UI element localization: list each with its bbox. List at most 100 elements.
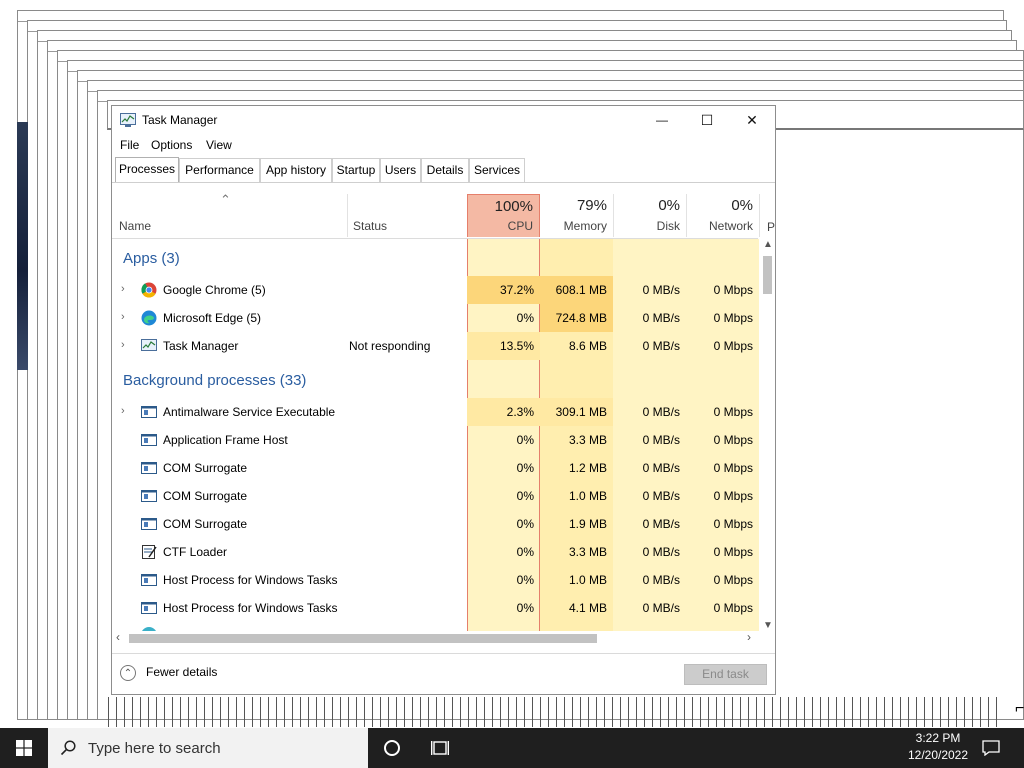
table-row[interactable]: COM Surrogate 0% 1.0 MB 0 MB/s 0 Mbps [112, 482, 759, 510]
table-row[interactable]: › Microsoft Edge (5) 0% 724.8 MB 0 MB/s … [112, 304, 759, 332]
cpu-value: 0% [516, 489, 534, 503]
column-name-header[interactable]: Name [112, 194, 347, 237]
memory-value: 309.1 MB [540, 398, 613, 426]
column-status-header[interactable]: Status [347, 194, 467, 237]
horizontal-scroll-thumb[interactable] [129, 634, 597, 643]
task-view-button[interactable] [418, 728, 462, 768]
footer-bar: ⌃ Fewer details End task [112, 653, 775, 696]
process-list[interactable]: Apps (3) › Google Chrome (5) 37.2% 608.1… [112, 239, 759, 631]
menu-options[interactable]: Options [151, 138, 192, 152]
window-title: Task Manager [142, 113, 218, 127]
table-row[interactable]: › Antimalware Service Executable 2.3% 30… [112, 398, 759, 426]
scroll-up-icon[interactable]: ▲ [763, 239, 773, 250]
close-button[interactable]: ✕ [729, 106, 775, 134]
column-cpu-label: CPU [507, 219, 533, 233]
network-value: 0 Mbps [713, 489, 753, 503]
disk-value: 0 MB/s [642, 461, 680, 475]
memory-value: 608.1 MB [540, 276, 613, 304]
end-task-label: End task [702, 667, 749, 681]
disk-value: 0 MB/s [642, 517, 680, 531]
table-row[interactable]: Host Process for Windows Tasks 0% 4.1 MB… [112, 594, 759, 622]
memory-value: 724.8 MB [540, 304, 613, 332]
table-row[interactable]: COM Surrogate 0% 1.2 MB 0 MB/s 0 Mbps [112, 454, 759, 482]
column-disk-label: Disk [656, 219, 680, 233]
cpu-value: 37.2% [467, 276, 540, 304]
tab-users[interactable]: Users [380, 158, 421, 182]
column-memory-header[interactable]: 79% Memory [540, 194, 613, 237]
memory-total-percent: 79% [576, 197, 607, 214]
cpu-value: 0% [516, 573, 534, 587]
column-network-header[interactable]: 0% Network [686, 194, 759, 237]
scroll-left-icon[interactable]: ‹ [116, 630, 120, 644]
cpu-value: 0% [516, 433, 534, 447]
cpu-value: 0% [516, 311, 534, 325]
menu-view[interactable]: View [206, 138, 232, 152]
network-value: 0 Mbps [713, 433, 753, 447]
taskbar-search-box[interactable]: Type here to search [48, 728, 368, 768]
table-row[interactable]: Application Frame Host 0% 3.3 MB 0 MB/s … [112, 426, 759, 454]
memory-value: 3.3 MB [568, 545, 607, 559]
process-name: Microsoft Edge (5) [163, 311, 262, 325]
cpu-value: 13.5% [467, 332, 540, 360]
disk-value: 0 MB/s [642, 573, 680, 587]
expand-chevron-icon[interactable]: › [121, 339, 125, 351]
disk-total-percent: 0% [658, 197, 680, 214]
group-background-processes[interactable]: Background processes (33) [123, 372, 306, 389]
mouse-cursor: ⌐ [1015, 700, 1024, 717]
minimize-button[interactable]: — [639, 106, 685, 134]
process-name: Application Frame Host [163, 433, 288, 447]
table-row[interactable]: › Task Manager Not responding 13.5% 8.6 … [112, 332, 759, 360]
title-bar[interactable]: Task Manager — ☐ ✕ [112, 106, 775, 134]
table-row[interactable]: Host Process for Windows Tasks 0% 1.0 MB… [112, 566, 759, 594]
table-row[interactable]: › Google Chrome (5) 37.2% 608.1 MB 0 MB/… [112, 276, 759, 304]
task-manager-icon [120, 113, 136, 127]
table-row[interactable]: CTF Loader 0% 3.3 MB 0 MB/s 0 Mbps [112, 538, 759, 566]
tab-services[interactable]: Services [469, 158, 525, 182]
tab-details[interactable]: Details [421, 158, 469, 182]
cpu-value: 0% [516, 517, 534, 531]
maximize-button[interactable]: ☐ [684, 106, 730, 134]
disk-value: 0 MB/s [642, 311, 680, 325]
end-task-button[interactable]: End task [684, 664, 767, 685]
expand-chevron-icon[interactable]: › [121, 283, 125, 295]
table-row[interactable]: COM Surrogate 0% 1.9 MB 0 MB/s 0 Mbps [112, 510, 759, 538]
action-center-button[interactable] [976, 728, 1020, 768]
column-status-label: Status [353, 219, 388, 233]
windows-logo-icon [16, 740, 32, 756]
column-header-row: ⌃ Name Status 100% CPU 79% Memory 0% Dis… [112, 192, 775, 239]
cortana-button[interactable] [370, 728, 414, 768]
task-manager-window[interactable]: Task Manager — ☐ ✕ File Options View Pro… [111, 105, 776, 695]
disk-value: 0 MB/s [642, 545, 680, 559]
disk-value: 0 MB/s [642, 601, 680, 615]
expand-chevron-icon[interactable]: › [121, 405, 125, 417]
memory-value: 4.1 MB [568, 601, 607, 615]
disk-value: 0 MB/s [642, 433, 680, 447]
vertical-scrollbar[interactable]: ▲ ▼ [760, 239, 775, 631]
horizontal-scrollbar[interactable]: ‹ › [112, 630, 759, 646]
tab-processes[interactable]: Processes [115, 157, 179, 183]
process-name: Host Process for Windows Tasks [163, 601, 338, 615]
start-button[interactable] [0, 728, 48, 768]
task-manager-icon [141, 339, 157, 351]
scroll-down-icon[interactable]: ▼ [763, 620, 773, 631]
service-window-icon [141, 434, 157, 446]
tab-startup[interactable]: Startup [332, 158, 380, 182]
memory-value: 1.2 MB [568, 461, 607, 475]
disk-value: 0 MB/s [642, 489, 680, 503]
column-network-label: Network [708, 219, 753, 233]
column-cpu-header[interactable]: 100% CPU [467, 194, 540, 237]
column-disk-header[interactable]: 0% Disk [613, 194, 686, 237]
memory-value: 3.3 MB [568, 433, 607, 447]
cpu-total-percent: 100% [494, 198, 533, 215]
menu-file[interactable]: File [120, 138, 139, 152]
process-name: Host Process for Windows Tasks [163, 573, 338, 587]
expand-chevron-icon[interactable]: › [121, 311, 125, 323]
memory-value: 1.0 MB [568, 489, 607, 503]
group-apps[interactable]: Apps (3) [123, 250, 180, 267]
memory-value: 1.9 MB [568, 517, 607, 531]
tab-performance[interactable]: Performance [179, 158, 260, 182]
clock[interactable]: 3:22 PM 12/20/2022 [900, 730, 976, 766]
scroll-right-icon[interactable]: › [747, 630, 751, 644]
vertical-scroll-thumb[interactable] [763, 256, 772, 294]
tab-app-history[interactable]: App history [260, 158, 332, 182]
